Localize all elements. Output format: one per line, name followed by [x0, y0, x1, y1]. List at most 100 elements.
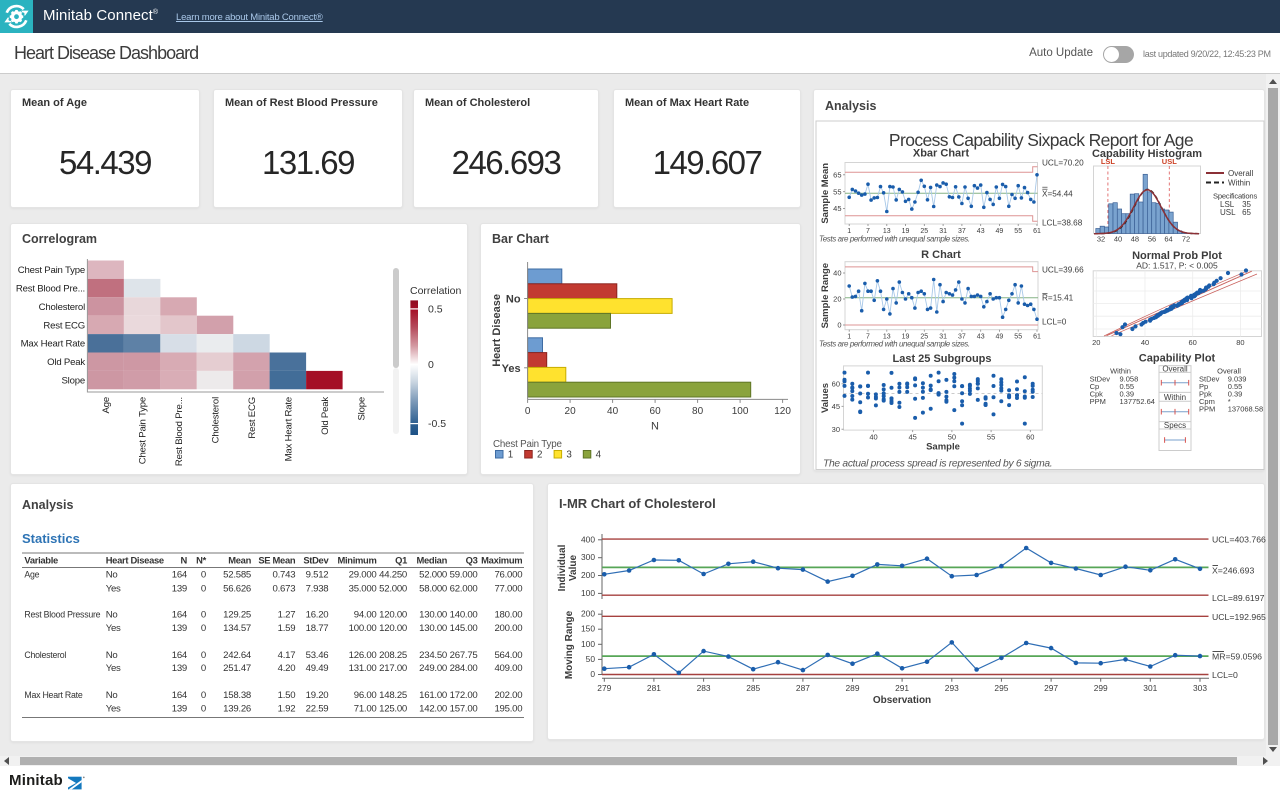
svg-text:3: 3 — [566, 450, 572, 461]
svg-text:R Chart: R Chart — [921, 249, 961, 261]
svg-text:StDev: StDev — [303, 554, 329, 565]
svg-text:Heart Disease: Heart Disease — [491, 294, 503, 367]
svg-text:139: 139 — [172, 663, 187, 674]
svg-text:40: 40 — [607, 406, 619, 417]
svg-text:I-MR Chart of Cholesterol: I-MR Chart of Cholesterol — [559, 496, 716, 511]
svg-text:303: 303 — [1193, 683, 1207, 693]
svg-text:Overall: Overall — [1162, 364, 1188, 373]
svg-text:Within: Within — [1228, 179, 1250, 188]
svg-text:Statistics: Statistics — [22, 531, 80, 546]
svg-text:202.00: 202.00 — [494, 690, 522, 701]
svg-text:Maximum: Maximum — [481, 554, 522, 565]
svg-text:32: 32 — [1097, 235, 1105, 244]
svg-text:50: 50 — [586, 654, 596, 664]
svg-text:56.626: 56.626 — [223, 583, 251, 594]
svg-text:409.00: 409.00 — [494, 663, 522, 674]
svg-text:1.27: 1.27 — [278, 609, 296, 620]
svg-text:35.000: 35.000 — [349, 583, 377, 594]
svg-text:200: 200 — [581, 570, 595, 580]
svg-text:The actual process spread is r: The actual process spread is represented… — [823, 459, 1052, 470]
svg-text:Rest Blood Pre...: Rest Blood Pre... — [174, 397, 185, 466]
svg-text:Specs: Specs — [1164, 421, 1186, 430]
svg-text:195.00: 195.00 — [494, 703, 522, 714]
svg-text:Old Peak: Old Peak — [320, 397, 331, 435]
svg-text:217.00: 217.00 — [379, 663, 407, 674]
svg-text:150: 150 — [581, 624, 595, 634]
svg-text:158.38: 158.38 — [223, 690, 251, 701]
svg-text:65: 65 — [833, 170, 841, 179]
svg-text:45: 45 — [832, 402, 840, 411]
svg-text:9.512: 9.512 — [306, 569, 329, 580]
svg-text:PPM: PPM — [1199, 405, 1215, 414]
svg-text:299: 299 — [1094, 683, 1108, 693]
svg-text:293: 293 — [945, 683, 959, 693]
svg-text:Chest Pain Type: Chest Pain Type — [493, 439, 562, 450]
svg-text:279: 279 — [597, 683, 611, 693]
svg-text:64: 64 — [1164, 235, 1172, 244]
svg-text:40: 40 — [833, 269, 841, 278]
svg-text:Individual: Individual — [557, 544, 568, 591]
svg-text:134.57: 134.57 — [223, 623, 251, 634]
svg-text:200.00: 200.00 — [494, 623, 522, 634]
svg-text:172.00: 172.00 — [450, 690, 478, 701]
svg-text:131.00: 131.00 — [349, 663, 377, 674]
svg-text:44.250: 44.250 — [379, 569, 407, 580]
svg-text:Chest Pain Type: Chest Pain Type — [138, 397, 149, 464]
svg-text:SE Mean: SE Mean — [258, 554, 296, 565]
svg-text:4.17: 4.17 — [278, 650, 296, 661]
svg-text:Age: Age — [24, 569, 39, 579]
svg-text:1.50: 1.50 — [278, 690, 296, 701]
svg-text:N: N — [651, 421, 659, 433]
svg-text:287: 287 — [796, 683, 810, 693]
svg-text:Yes: Yes — [502, 363, 521, 375]
svg-text:Max Heart Rate: Max Heart Rate — [24, 690, 82, 700]
svg-text:80: 80 — [692, 406, 704, 417]
svg-text:289: 289 — [846, 683, 860, 693]
svg-text:120.00: 120.00 — [379, 609, 407, 620]
svg-text:PPM: PPM — [1090, 397, 1106, 406]
svg-text:0: 0 — [201, 569, 206, 580]
svg-text:18.77: 18.77 — [306, 623, 329, 634]
svg-text:0: 0 — [201, 690, 206, 701]
svg-text:0: 0 — [525, 406, 531, 417]
svg-text:LSL: LSL — [1101, 157, 1116, 166]
svg-text:564.00: 564.00 — [494, 650, 522, 661]
svg-text:164: 164 — [172, 690, 188, 701]
svg-text:LCL=0: LCL=0 — [1212, 670, 1238, 680]
svg-text:Yes: Yes — [106, 703, 121, 714]
svg-text:62.000: 62.000 — [450, 583, 478, 594]
svg-text:No: No — [106, 609, 118, 620]
svg-text:Yes: Yes — [106, 623, 121, 634]
svg-text:Last 25 Subgroups: Last 25 Subgroups — [892, 353, 991, 365]
svg-text:157.00: 157.00 — [450, 703, 478, 714]
svg-text:X=246.693: X=246.693 — [1212, 566, 1254, 576]
svg-text:52.000: 52.000 — [419, 569, 447, 580]
svg-text:130.00: 130.00 — [419, 609, 447, 620]
svg-text:139: 139 — [172, 623, 187, 634]
svg-text:0: 0 — [837, 321, 841, 330]
svg-text:LCL=38.68: LCL=38.68 — [1042, 219, 1083, 228]
svg-text:20: 20 — [833, 295, 841, 304]
svg-text:Overall: Overall — [1228, 169, 1254, 178]
svg-text:Max Heart Rate: Max Heart Rate — [283, 397, 294, 461]
svg-text:4: 4 — [596, 450, 602, 461]
svg-text:0: 0 — [201, 663, 206, 674]
svg-text:0: 0 — [428, 359, 434, 371]
svg-text:161.00: 161.00 — [419, 690, 447, 701]
svg-text:0.673: 0.673 — [273, 583, 296, 594]
svg-text:Yes: Yes — [106, 663, 121, 674]
svg-text:Median: Median — [417, 554, 448, 565]
svg-text:2: 2 — [537, 450, 542, 461]
svg-text:7.938: 7.938 — [306, 583, 329, 594]
svg-text:40: 40 — [1141, 338, 1149, 347]
svg-text:Age: Age — [101, 397, 112, 413]
svg-text:139: 139 — [172, 703, 187, 714]
svg-text:Rest ECG: Rest ECG — [247, 397, 258, 439]
svg-text:Sample Range: Sample Range — [820, 263, 831, 328]
svg-text:Old Peak: Old Peak — [47, 357, 85, 368]
svg-text:60: 60 — [650, 406, 662, 417]
svg-text:56: 56 — [1148, 235, 1156, 244]
svg-text:Sample: Sample — [926, 442, 960, 453]
svg-text:145.00: 145.00 — [450, 623, 478, 634]
svg-text:284.00: 284.00 — [450, 663, 478, 674]
